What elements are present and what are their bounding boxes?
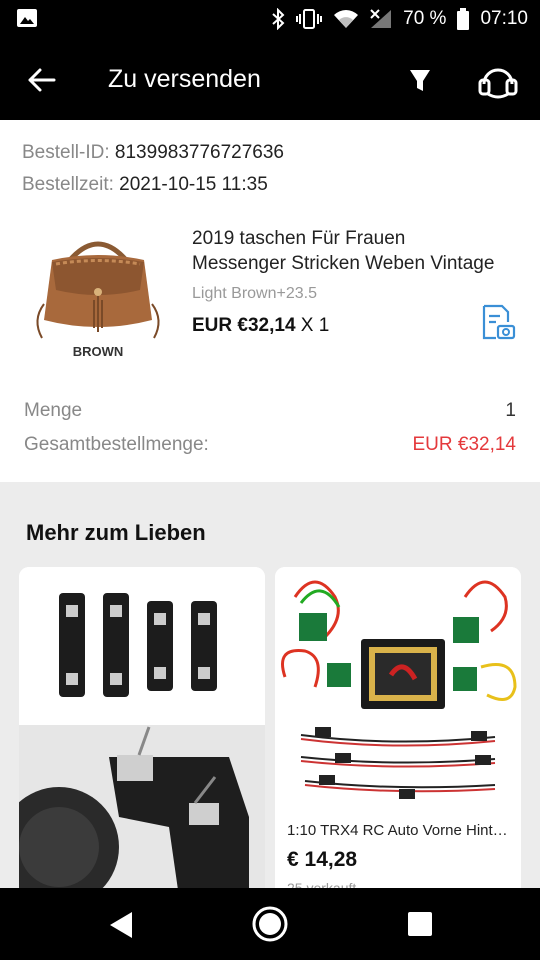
vibrate-icon <box>296 9 323 29</box>
total-label: Gesamtbestellmenge: <box>24 434 209 455</box>
order-id-value: 8139983776727636 <box>114 142 284 163</box>
quantity-label: Menge <box>24 400 83 421</box>
product-title[interactable]: 2019 taschen Für Frauen Messenger Strick… <box>192 226 518 276</box>
nav-home-icon[interactable] <box>252 906 288 942</box>
order-time-label: Bestellzeit: <box>22 174 114 195</box>
battery-icon <box>457 8 470 30</box>
product-image[interactable]: BROWN <box>22 220 174 370</box>
system-nav-bar <box>0 888 540 960</box>
recommendation-name: 1:10 TRX4 RC Auto Vorne Hinten LED <box>287 822 513 839</box>
status-bar: 70 % 07:10 <box>0 0 540 38</box>
battery-percent: 70 % <box>403 8 447 29</box>
status-icons: 70 % 07:10 <box>271 6 528 32</box>
product-variant: Light Brown+23.5 <box>192 285 317 302</box>
recommendation-card[interactable]: 1:10 TRX4 RC Auto Vorne Hinten LED € 14,… <box>275 567 521 897</box>
product-quantity: X 1 <box>300 315 330 336</box>
order-time-row: Bestellzeit: 2021-10-15 11:35 <box>22 174 268 196</box>
signal-icon <box>370 9 392 28</box>
order-card: Bestell-ID: 8139983776727636 Bestellzeit… <box>0 120 540 482</box>
product-image-label: BROWN <box>73 344 124 359</box>
product-title-line1: 2019 taschen Für Frauen <box>192 228 406 249</box>
wifi-icon <box>334 10 359 28</box>
recommendations-title: Mehr zum Lieben <box>26 520 206 545</box>
nav-back-icon[interactable] <box>106 910 136 940</box>
order-id-row[interactable]: Bestell-ID: 8139983776727636 <box>22 142 284 164</box>
recommendation-card[interactable] <box>19 567 265 897</box>
headset-icon[interactable] <box>474 58 522 102</box>
app-bar: Zu versenden <box>0 38 540 120</box>
clock: 07:10 <box>480 8 528 29</box>
product-image <box>19 567 265 897</box>
order-id-label: Bestell-ID: <box>22 142 110 163</box>
product-price-row: EUR €32,14 X 1 <box>192 315 329 337</box>
image-search-icon[interactable] <box>478 302 518 342</box>
page-title: Zu versenden <box>108 65 261 93</box>
gallery-icon <box>17 9 37 27</box>
back-arrow-icon[interactable] <box>18 60 64 100</box>
filter-icon[interactable] <box>398 60 442 100</box>
product-title-line2: Messenger Stricken Weben Vintage <box>192 253 495 274</box>
recommendation-price: € 14,28 <box>287 848 358 871</box>
product-price: EUR €32,14 <box>192 315 296 336</box>
product-image <box>275 567 521 807</box>
bluetooth-icon <box>272 8 285 30</box>
order-time-value: 2021-10-15 11:35 <box>119 174 268 195</box>
quantity-value: 1 <box>505 400 516 421</box>
nav-recents-icon[interactable] <box>406 910 434 938</box>
total-value: EUR €32,14 <box>412 434 516 455</box>
